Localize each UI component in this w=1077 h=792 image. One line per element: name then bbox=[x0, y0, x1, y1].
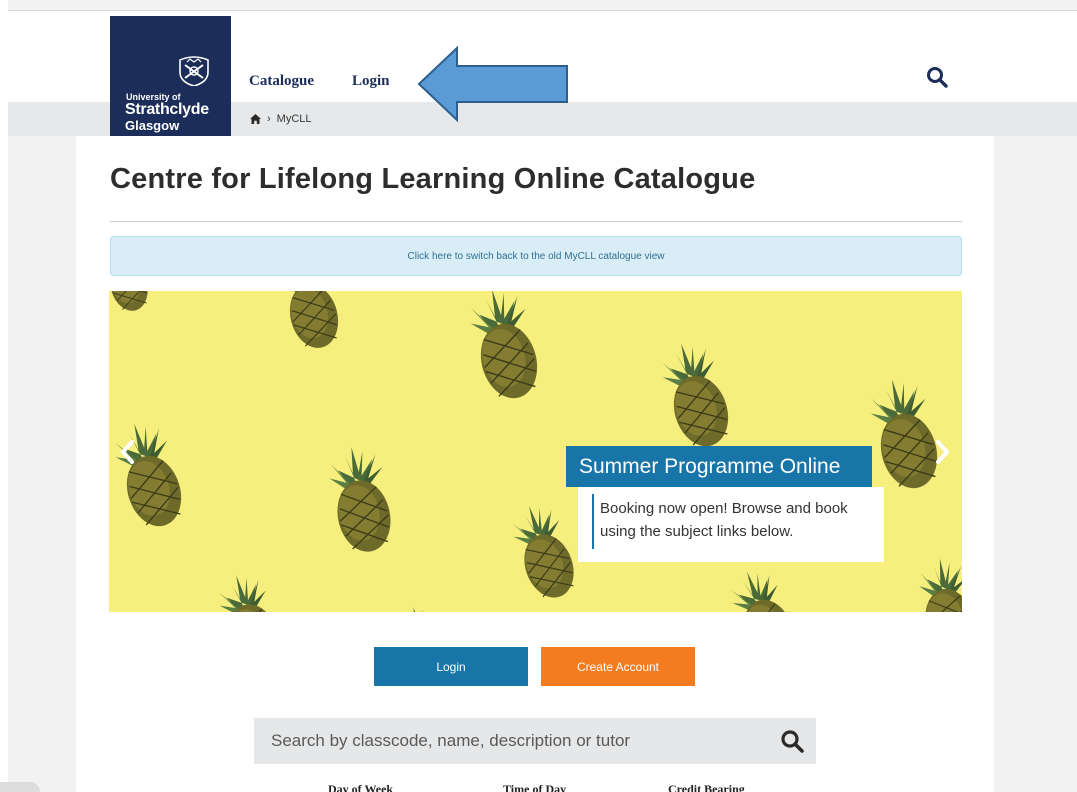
search-input[interactable] bbox=[254, 718, 764, 764]
breadcrumb-current[interactable]: MyCLL bbox=[277, 113, 312, 125]
carousel-caption-body: Booking now open! Browse and book using … bbox=[578, 487, 884, 562]
create-account-button[interactable]: Create Account bbox=[541, 647, 695, 686]
old-view-link[interactable]: Click here to switch back to the old MyC… bbox=[110, 236, 962, 276]
annotation-arrow-icon bbox=[417, 46, 568, 122]
nav-login[interactable]: Login bbox=[352, 73, 390, 90]
crest-icon bbox=[179, 56, 209, 86]
caption-accent-bar bbox=[592, 494, 594, 549]
logo-line-3: Glasgow bbox=[125, 118, 180, 133]
nav-catalogue[interactable]: Catalogue bbox=[249, 73, 314, 90]
title-divider bbox=[110, 221, 962, 222]
page-title: Centre for Lifelong Learning Online Cata… bbox=[110, 163, 756, 195]
logo-line-2: Strathclyde bbox=[125, 101, 209, 118]
chevron-left-icon[interactable] bbox=[120, 440, 136, 464]
catalogue-search bbox=[254, 718, 816, 764]
search-icon[interactable] bbox=[780, 729, 804, 753]
filter-credit-bearing[interactable]: Credit Bearing bbox=[668, 782, 745, 792]
chevron-right-icon[interactable] bbox=[934, 440, 950, 464]
filter-day-of-week[interactable]: Day of Week bbox=[328, 782, 393, 792]
breadcrumb: › MyCLL bbox=[250, 113, 312, 125]
filter-time-of-day[interactable]: Time of Day bbox=[503, 782, 566, 792]
breadcrumb-separator: › bbox=[267, 113, 271, 125]
home-icon[interactable] bbox=[250, 114, 261, 124]
corner-tab bbox=[0, 782, 40, 792]
search-icon[interactable] bbox=[926, 66, 948, 88]
carousel-caption-text: Booking now open! Browse and book using … bbox=[600, 500, 848, 540]
left-edge bbox=[0, 0, 8, 792]
login-button[interactable]: Login bbox=[374, 647, 528, 686]
carousel-caption-title: Summer Programme Online bbox=[566, 446, 872, 487]
university-logo[interactable]: University of Strathclyde Glasgow bbox=[110, 16, 231, 136]
